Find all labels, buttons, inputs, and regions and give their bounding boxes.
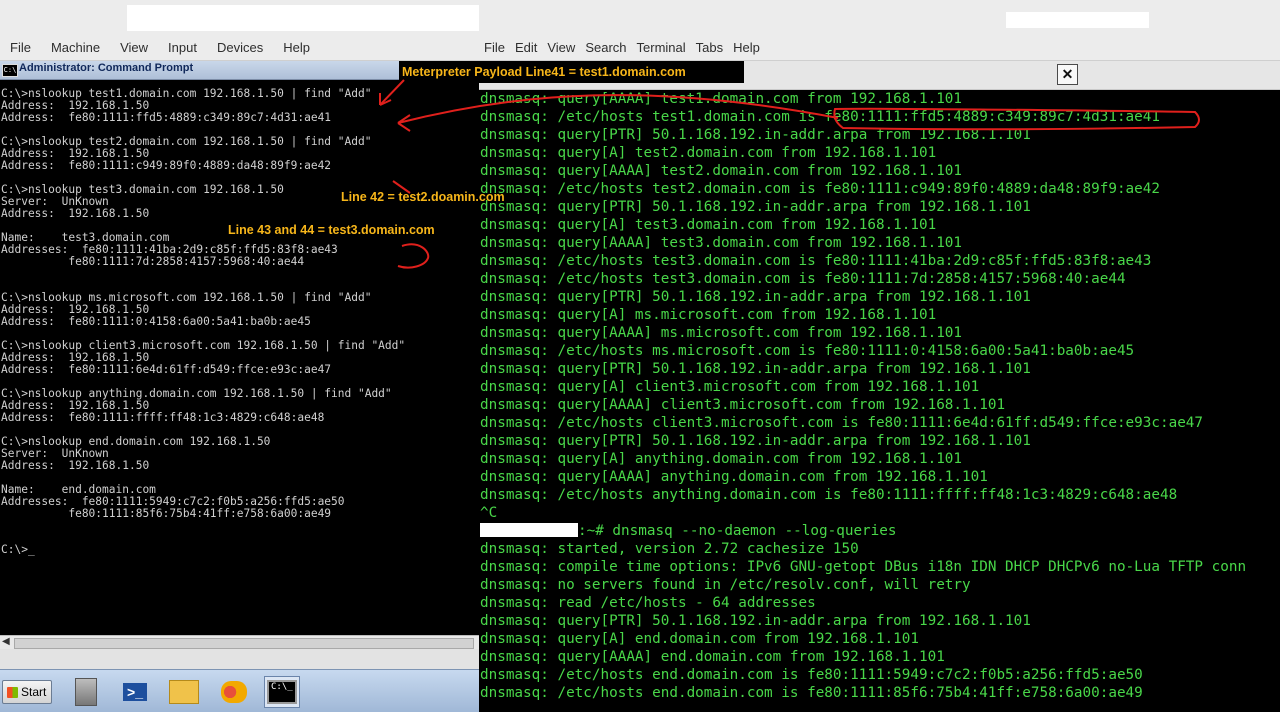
cmd-window-icon: C:\ (2, 64, 18, 77)
vm-menu-input[interactable]: Input (158, 40, 207, 55)
command-prompt-window[interactable]: C:\ Administrator: Command Prompt C:\>ns… (0, 61, 480, 650)
terminal-prompt-command: :~# dnsmasq --no-daemon --log-queries (578, 523, 897, 539)
terminal-titlebar (479, 0, 1280, 34)
redacted-title (127, 5, 479, 31)
cmd-output: C:\>nslookup test1.domain.com 192.168.1.… (1, 88, 406, 556)
app-icon[interactable] (216, 676, 252, 708)
terminal-output: dnsmasq: query[AAAA] test1.domain.com fr… (479, 90, 1280, 702)
term-menu-tabs[interactable]: Tabs (691, 40, 728, 55)
annotation-line42: Line 42 = test2.doamin.com (341, 190, 505, 204)
scroll-left-icon[interactable]: ◀ (2, 636, 10, 647)
start-label: Start (21, 685, 47, 699)
term-menu-help[interactable]: Help (728, 40, 765, 55)
redacted-title (1006, 12, 1149, 28)
term-menu-search[interactable]: Search (580, 40, 631, 55)
server-manager-icon[interactable] (68, 676, 104, 708)
cmd-horizontal-scrollbar[interactable]: ◀ (0, 635, 480, 650)
cmd-title-text: Administrator: Command Prompt (19, 62, 194, 74)
terminal-console[interactable]: dnsmasq: query[AAAA] test1.domain.com fr… (479, 90, 1280, 712)
annotation-line41: Meterpreter Payload Line41 = test1.domai… (399, 61, 744, 83)
terminal-menubar: File Edit View Search Terminal Tabs Help (479, 34, 1280, 61)
vm-menu-file[interactable]: File (0, 40, 41, 55)
vm-menubar: File Machine View Input Devices Help (0, 34, 480, 61)
cmd-taskbar-icon-text: C:\_ (267, 680, 297, 704)
term-menu-terminal[interactable]: Terminal (632, 40, 691, 55)
close-tab-icon[interactable]: ✕ (1057, 64, 1078, 85)
vm-menu-machine[interactable]: Machine (41, 40, 110, 55)
powershell-icon[interactable]: >_ (117, 676, 153, 708)
annotation-line43-44: Line 43 and 44 = test3.domain.com (228, 223, 435, 237)
start-button[interactable]: Start (2, 680, 52, 704)
vm-menu-view[interactable]: View (110, 40, 158, 55)
windows-logo-icon (7, 686, 18, 698)
vm-menu-devices[interactable]: Devices (207, 40, 273, 55)
vm-window: File Machine View Input Devices Help C:\… (0, 0, 480, 712)
terminal-output-top: dnsmasq: query[AAAA] test1.domain.com fr… (480, 91, 1204, 521)
term-menu-file[interactable]: File (479, 40, 510, 55)
terminal-output-bottom: dnsmasq: started, version 2.72 cachesize… (480, 541, 1247, 701)
windows-taskbar: Start >_ C:\_ (0, 669, 480, 712)
vm-titlebar (0, 0, 480, 34)
explorer-folder-icon[interactable] (166, 676, 202, 708)
vm-desktop-strip (0, 649, 480, 669)
cmd-console[interactable]: C:\>nslookup test1.domain.com 192.168.1.… (0, 88, 480, 634)
term-menu-view[interactable]: View (542, 40, 580, 55)
terminal-window: File Edit View Search Terminal Tabs Help… (479, 0, 1280, 712)
cmd-taskbar-icon[interactable]: C:\_ (264, 676, 300, 708)
term-menu-edit[interactable]: Edit (510, 40, 542, 55)
redacted-hostname (480, 523, 578, 537)
vm-menu-help[interactable]: Help (273, 40, 320, 55)
scrollbar-thumb[interactable] (14, 638, 474, 649)
